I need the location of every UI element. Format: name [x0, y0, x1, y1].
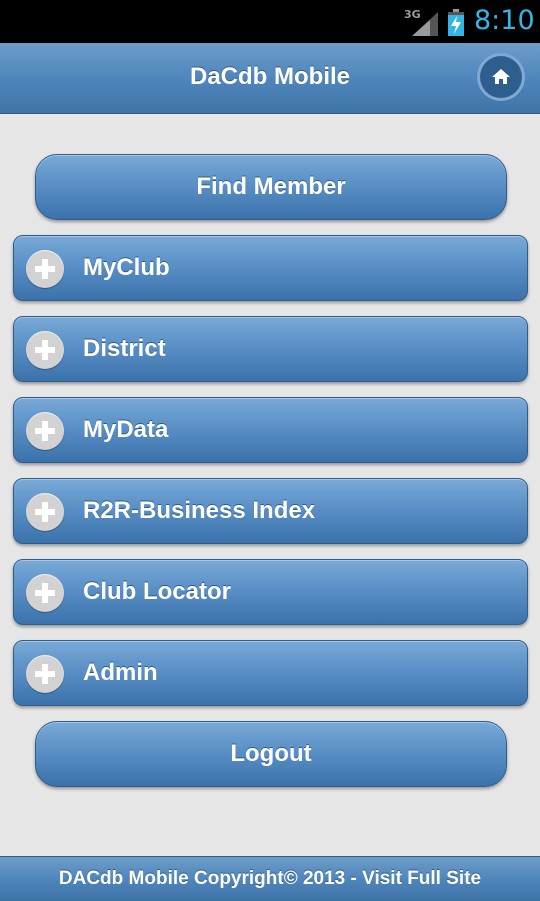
menu-item-r2r-business-index[interactable]: R2R-Business Index	[13, 478, 528, 544]
logout-label: Logout	[230, 740, 312, 767]
menu-item-admin[interactable]: Admin	[13, 640, 528, 706]
plus-circle-icon	[26, 250, 64, 288]
home-button[interactable]	[480, 56, 522, 98]
menu-item-district[interactable]: District	[13, 316, 528, 382]
menu-item-club-locator[interactable]: Club Locator	[13, 559, 528, 625]
home-icon	[492, 69, 510, 84]
plus-circle-icon	[26, 655, 64, 693]
logout-button[interactable]: Logout	[35, 721, 507, 787]
menu-item-label: MyClub	[83, 254, 170, 281]
menu-item-label: MyData	[83, 416, 169, 443]
plus-circle-icon	[26, 493, 64, 531]
menu-item-mydata[interactable]: MyData	[13, 397, 528, 463]
menu-item-label: Club Locator	[83, 578, 231, 605]
page-title: DaCdb Mobile	[190, 63, 350, 90]
plus-circle-icon	[26, 412, 64, 450]
status-bar: 3G 8:10	[0, 0, 540, 43]
menu-item-label: R2R-Business Index	[83, 497, 316, 524]
battery-charging-icon	[448, 9, 464, 36]
menu-item-myclub[interactable]: MyClub	[13, 235, 528, 301]
footer-link-full-site[interactable]: DACdb Mobile Copyright© 2013 - Visit Ful…	[0, 856, 540, 901]
menu-item-label: District	[83, 335, 166, 362]
plus-circle-icon	[26, 574, 64, 612]
signal-icon	[412, 12, 438, 36]
plus-circle-icon	[26, 331, 64, 369]
menu-item-label: Admin	[83, 659, 158, 686]
find-member-label: Find Member	[196, 173, 346, 200]
app-header: DaCdb Mobile	[0, 43, 540, 114]
clock: 8:10	[474, 5, 535, 36]
find-member-button[interactable]: Find Member	[35, 154, 507, 220]
